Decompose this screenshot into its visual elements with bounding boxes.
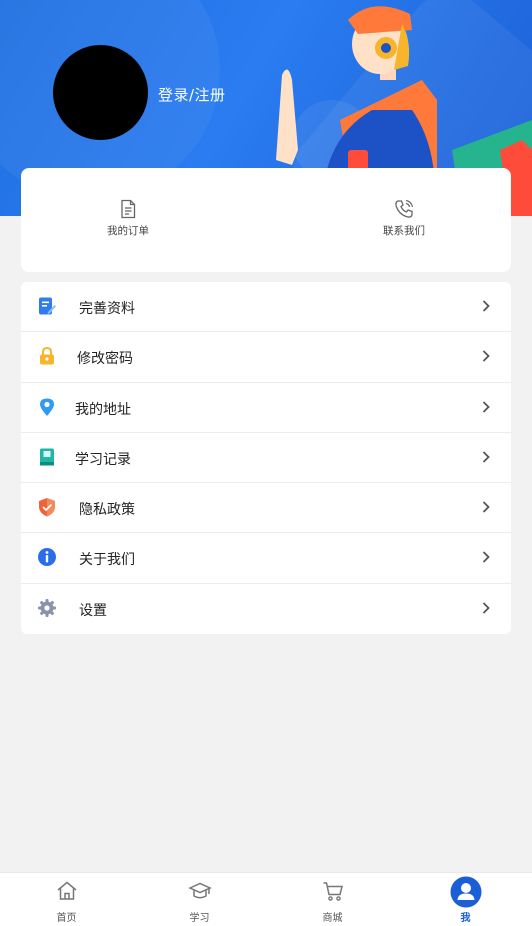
- menu-item-complete-profile[interactable]: 完善资料: [21, 282, 511, 333]
- menu-item-label: 我的地址: [75, 401, 131, 418]
- tab-shop[interactable]: 商城: [266, 873, 399, 926]
- tab-label: 我: [460, 913, 471, 924]
- chevron-right-icon: [482, 551, 490, 564]
- contact-us-button[interactable]: 联系我们: [344, 198, 464, 238]
- my-orders-label: 我的订单: [107, 225, 149, 237]
- chevron-right-icon: [482, 400, 490, 413]
- menu-item-label: 关于我们: [79, 552, 135, 569]
- tab-study[interactable]: 学习: [133, 873, 266, 926]
- menu-item-about-us[interactable]: 关于我们: [21, 533, 511, 584]
- chevron-right-icon: [482, 300, 490, 312]
- login-register-link[interactable]: 登录/注册: [158, 84, 226, 105]
- menu-item-label: 设置: [79, 602, 107, 619]
- edit-profile-icon: [39, 297, 56, 315]
- gear-icon: [38, 598, 56, 617]
- lock-icon: [40, 347, 54, 365]
- info-icon: [38, 548, 56, 567]
- menu-item-label: 修改密码: [77, 351, 133, 368]
- phone-icon: [395, 199, 414, 218]
- menu-item-label: 隐私政策: [79, 502, 135, 519]
- contact-us-label: 联系我们: [383, 225, 425, 237]
- menu-item-study-record[interactable]: 学习记录: [21, 433, 511, 484]
- menu-item-settings[interactable]: 设置: [21, 584, 511, 634]
- chevron-right-icon: [482, 602, 490, 614]
- tab-label: 学习: [189, 913, 210, 924]
- user-icon: [450, 876, 481, 908]
- tab-home[interactable]: 首页: [0, 873, 133, 926]
- avatar[interactable]: [53, 45, 148, 140]
- quick-actions-card: 我的订单 联系我们: [21, 168, 511, 272]
- menu-item-label: 完善资料: [79, 301, 135, 317]
- menu-item-my-address[interactable]: 我的地址: [21, 383, 511, 433]
- settings-menu: 完善资料 修改密码 我的地址 学习记录 隐私政策 关于我们 设置: [21, 282, 511, 634]
- cart-icon: [323, 882, 343, 901]
- home-icon: [57, 881, 76, 900]
- menu-item-privacy-policy[interactable]: 隐私政策: [21, 483, 511, 534]
- location-pin-icon: [40, 398, 54, 416]
- order-document-icon: [121, 199, 136, 219]
- my-orders-button[interactable]: 我的订单: [68, 198, 188, 238]
- tab-me[interactable]: 我: [399, 873, 532, 926]
- book-icon: [40, 448, 54, 466]
- chevron-right-icon: [482, 451, 490, 463]
- bottom-tab-bar: 首页 学习 商城 我: [0, 872, 532, 926]
- graduation-cap-icon: [187, 882, 212, 899]
- menu-item-label: 学习记录: [75, 451, 131, 468]
- chevron-right-icon: [482, 350, 490, 362]
- tab-label: 首页: [56, 913, 77, 924]
- chevron-right-icon: [482, 501, 490, 513]
- shield-icon: [39, 498, 55, 517]
- tab-label: 商城: [322, 913, 343, 924]
- menu-item-change-password[interactable]: 修改密码: [21, 332, 511, 383]
